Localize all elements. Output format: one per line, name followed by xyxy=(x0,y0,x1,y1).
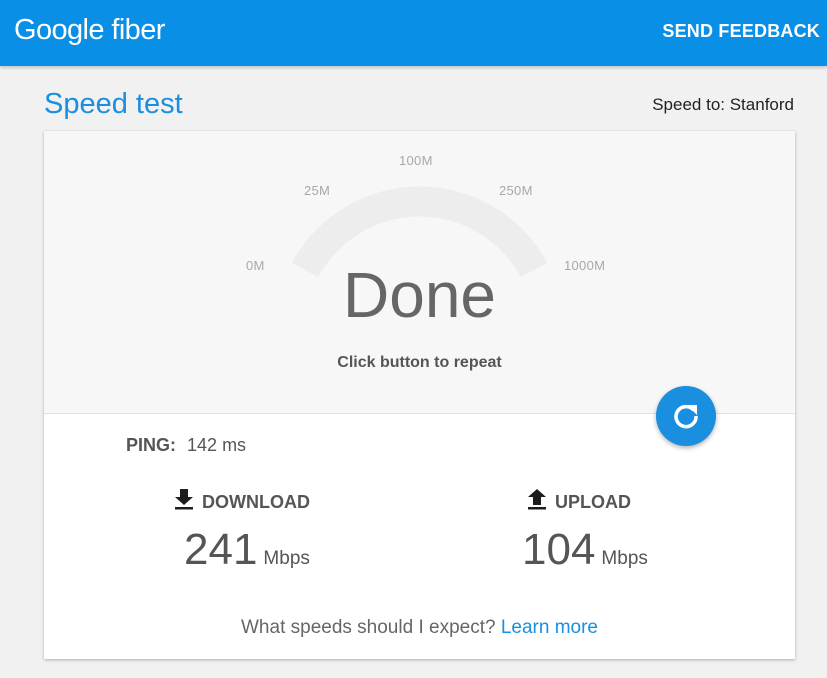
gauge-tick-100m: 100M xyxy=(399,153,433,168)
speed-test-card: 0M 25M 100M 250M 1000M Done Click button… xyxy=(44,131,795,659)
repeat-test-button[interactable] xyxy=(656,386,716,446)
top-app-bar: Google fiber SEND FEEDBACK xyxy=(0,0,827,66)
learn-more-link[interactable]: Learn more xyxy=(501,617,598,638)
ping-label: PING: xyxy=(126,435,177,455)
repeat-instruction: Click button to repeat xyxy=(337,354,502,371)
download-unit: Mbps xyxy=(263,548,310,569)
upload-value: 104 xyxy=(522,525,596,574)
refresh-icon xyxy=(674,404,698,429)
speed-expectation-question: What speeds should I expect? xyxy=(241,617,496,638)
speed-expectation-row: What speeds should I expect? Learn more xyxy=(44,617,795,639)
page-title: Speed test xyxy=(44,88,183,120)
test-status: Done xyxy=(343,259,496,331)
google-fiber-logo[interactable]: Google fiber xyxy=(14,14,165,47)
download-result: 241 Mbps xyxy=(184,525,310,575)
gauge-panel: 0M 25M 100M 250M 1000M Done Click button… xyxy=(44,131,795,414)
download-heading: DOWNLOAD xyxy=(174,488,310,513)
ping-result: PING: 142 ms xyxy=(126,435,246,456)
download-value: 241 xyxy=(184,525,258,574)
download-icon xyxy=(175,489,193,510)
gauge-tick-250m: 250M xyxy=(499,183,533,198)
gauge-tick-25m: 25M xyxy=(304,183,331,198)
ping-value: 142 ms xyxy=(187,435,247,455)
upload-label: UPLOAD xyxy=(555,492,631,512)
upload-unit: Mbps xyxy=(601,548,648,569)
upload-result: 104 Mbps xyxy=(522,525,648,575)
send-feedback-button[interactable]: SEND FEEDBACK xyxy=(662,21,820,42)
speed-to-server: Speed to: Stanford xyxy=(652,95,794,114)
upload-heading: UPLOAD xyxy=(527,488,631,513)
upload-icon xyxy=(528,489,546,510)
download-label: DOWNLOAD xyxy=(202,492,310,512)
